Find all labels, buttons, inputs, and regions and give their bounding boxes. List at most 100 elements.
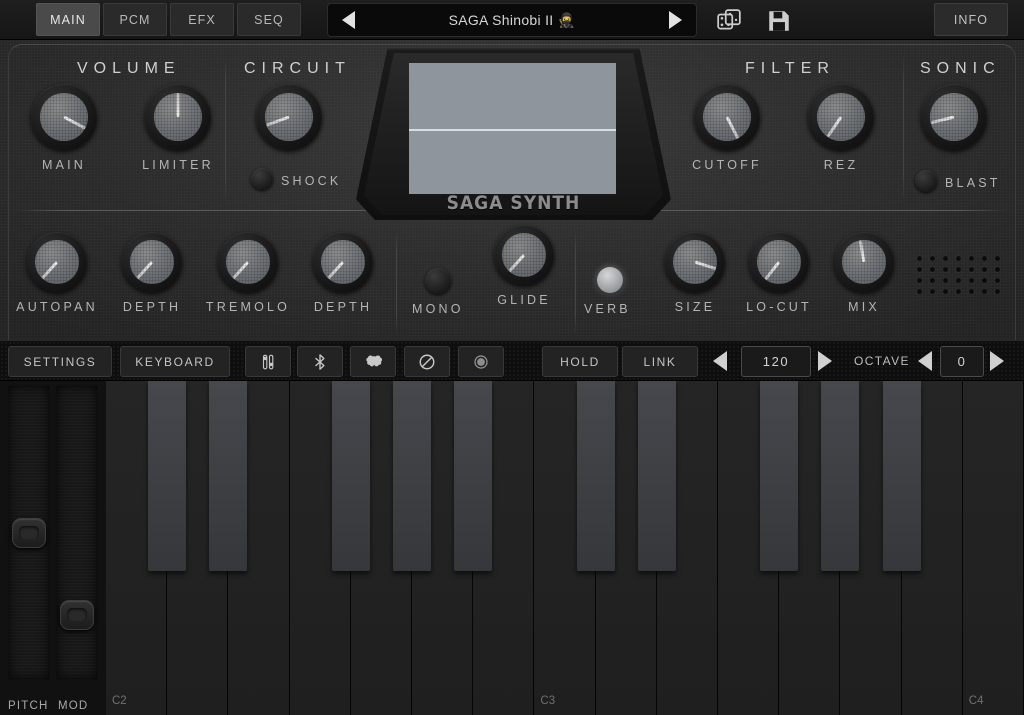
black-key[interactable] xyxy=(209,381,248,571)
black-key[interactable] xyxy=(393,381,431,571)
brain-icon[interactable] xyxy=(350,346,396,377)
black-key[interactable] xyxy=(760,381,799,571)
section-title-sonic: SONIC xyxy=(920,60,1001,77)
tab-main[interactable]: MAIN xyxy=(36,3,100,36)
knob-pointer xyxy=(266,115,290,127)
panic-icon[interactable] xyxy=(404,346,450,377)
divider-filter-sonic xyxy=(903,54,904,204)
knob-cutoff[interactable]: CUTOFF xyxy=(692,84,760,172)
led-label-blast: BLAST xyxy=(945,176,1001,190)
tempo-increment-icon[interactable] xyxy=(818,351,832,371)
led-label-verb: VERB xyxy=(584,302,631,316)
display-assembly: SAGA SYNTH xyxy=(356,48,671,220)
knob-lo-cut[interactable]: LO-CUT xyxy=(746,232,809,314)
tempo-decrement-icon[interactable] xyxy=(713,351,727,371)
knob-pointer xyxy=(327,260,345,280)
knob-tremolo-depth[interactable]: DEPTH xyxy=(313,232,373,314)
black-key[interactable] xyxy=(576,381,615,571)
black-key[interactable] xyxy=(637,381,676,571)
knob-autopan[interactable]: AUTOPAN xyxy=(16,232,95,314)
octave-value[interactable]: 0 xyxy=(940,346,984,377)
tab-pcm[interactable]: PCM xyxy=(103,3,167,36)
led-shock[interactable] xyxy=(251,168,273,190)
faders-icon[interactable] xyxy=(245,346,291,377)
link-button[interactable]: LINK xyxy=(622,346,698,377)
octave-increment-icon[interactable] xyxy=(990,351,1004,371)
key-octave-label: C4 xyxy=(968,695,984,707)
knob-rez[interactable]: REZ xyxy=(808,84,874,172)
bluetooth-icon[interactable] xyxy=(297,346,343,377)
section-title-circuit: CIRCUIT xyxy=(244,60,351,77)
knob-label: LO-CUT xyxy=(746,300,812,314)
preset-next-icon[interactable] xyxy=(668,11,682,29)
preset-name[interactable]: SAGA Shinobi II 🥷 xyxy=(449,12,576,29)
knob-mix[interactable]: MIX xyxy=(834,232,894,314)
octave-decrement-icon[interactable] xyxy=(918,351,932,371)
knob-size[interactable]: SIZE xyxy=(665,232,725,314)
divider-volume-circuit xyxy=(225,54,226,204)
control-strip: SETTINGS KEYBOARD HOLD LINK 120 OCTAVE 0 xyxy=(0,340,1024,381)
black-key[interactable] xyxy=(821,381,860,571)
black-key[interactable] xyxy=(148,381,187,571)
black-key[interactable] xyxy=(454,381,493,571)
record-icon[interactable] xyxy=(458,346,504,377)
pitch-wheel[interactable] xyxy=(8,385,50,680)
preset-prev-icon[interactable] xyxy=(342,11,355,29)
dice-icon[interactable] xyxy=(716,8,742,34)
knob-limiter[interactable]: LIMITER xyxy=(142,84,211,172)
tempo-value[interactable]: 120 xyxy=(741,346,811,377)
led-blast[interactable] xyxy=(915,170,937,192)
knob-label: SIZE xyxy=(674,300,716,314)
black-key[interactable] xyxy=(331,381,370,571)
info-button[interactable]: INFO xyxy=(934,3,1008,36)
knob-label: MAIN xyxy=(41,158,87,172)
white-key[interactable]: C4 xyxy=(962,381,1024,715)
black-key[interactable] xyxy=(882,381,921,571)
knob-tremolo[interactable]: TREMOLO xyxy=(206,232,287,314)
mod-wheel-label: MOD xyxy=(58,700,89,712)
knob-pointer xyxy=(858,240,866,263)
mod-wheel[interactable] xyxy=(56,385,98,680)
key-octave-label: C3 xyxy=(540,695,556,707)
pitch-wheel-grip[interactable] xyxy=(12,518,46,548)
hold-button[interactable]: HOLD xyxy=(542,346,618,377)
knob-glide[interactable]: GLIDE xyxy=(494,225,554,307)
divider-mod-voice xyxy=(396,230,397,335)
led-mono[interactable] xyxy=(425,268,451,294)
tab-efx[interactable]: EFX xyxy=(170,3,234,36)
knob-pointer xyxy=(63,115,86,130)
led-label-mono: MONO xyxy=(412,302,464,316)
knob-label: TREMOLO xyxy=(205,300,291,314)
pitch-wheel-label: PITCH xyxy=(8,700,49,712)
keyboard-button[interactable]: KEYBOARD xyxy=(120,346,230,377)
knob-label: LIMITER xyxy=(142,158,214,172)
synth-app: MAIN PCM EFX SEQ SAGA Shinobi II 🥷 INFO … xyxy=(0,0,1024,715)
knob-pointer xyxy=(930,115,955,125)
piano-keys: C2 C3 C4 xyxy=(106,381,1024,715)
knob-main-volume[interactable]: MAIN xyxy=(31,84,97,172)
knob-sonic[interactable] xyxy=(921,84,987,150)
speaker-grille-icon xyxy=(913,253,1005,299)
tab-group: MAIN PCM EFX SEQ xyxy=(36,3,304,36)
wheel-bay: PITCH MOD xyxy=(0,381,106,715)
knob-pointer xyxy=(508,253,526,273)
knob-label: MIX xyxy=(848,300,880,314)
knob-pointer xyxy=(136,260,154,280)
led-label-shock: SHOCK xyxy=(281,174,342,188)
divider-voice-reverb xyxy=(575,230,576,335)
knob-autopan-depth[interactable]: DEPTH xyxy=(122,232,182,314)
knob-circuit[interactable] xyxy=(256,84,322,150)
knob-label: GLIDE xyxy=(497,293,551,307)
settings-button[interactable]: SETTINGS xyxy=(8,346,112,377)
mod-wheel-grip[interactable] xyxy=(60,600,94,630)
knob-label: DEPTH xyxy=(313,300,373,314)
knob-pointer xyxy=(764,261,781,280)
knob-pointer xyxy=(176,93,180,117)
octave-label: OCTAVE xyxy=(854,354,910,368)
tab-seq[interactable]: SEQ xyxy=(237,3,301,36)
knob-label: DEPTH xyxy=(122,300,182,314)
lcd-waveform-line xyxy=(409,128,616,131)
lcd-screen[interactable] xyxy=(409,63,616,194)
led-verb[interactable] xyxy=(597,267,623,293)
floppy-disk-icon[interactable] xyxy=(766,8,792,34)
